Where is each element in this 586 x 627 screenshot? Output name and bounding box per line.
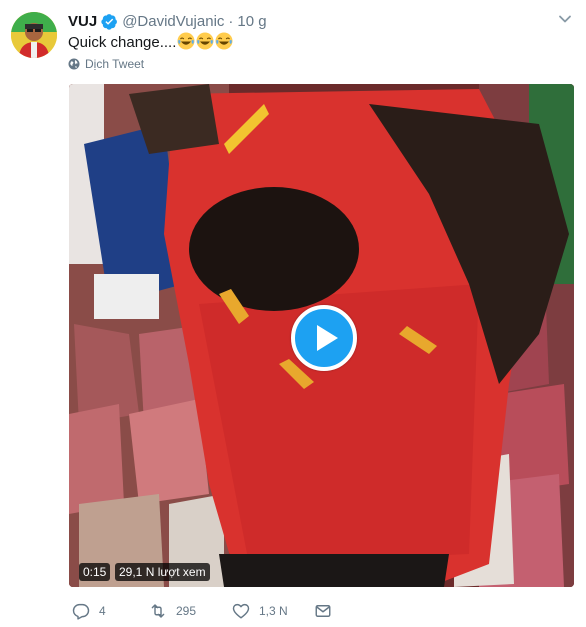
timestamp[interactable]: 10 g (237, 13, 266, 30)
heart-icon (232, 603, 250, 619)
reply-button[interactable]: 4 (72, 601, 149, 621)
direct-message-button[interactable] (314, 601, 332, 621)
like-count: 1,3 N (259, 604, 288, 618)
retweet-count: 295 (176, 604, 197, 618)
author-handle[interactable]: @DavidVujanic (122, 13, 224, 30)
reply-icon (72, 603, 90, 620)
play-button[interactable] (291, 305, 357, 371)
video-player[interactable]: 0:15 29,1 N lượt xem (69, 84, 574, 587)
tweet[interactable]: VUJ @DavidVujanic · 10 g Quick change...… (0, 0, 586, 627)
video-duration: 0:15 (79, 563, 111, 581)
tweet-header: VUJ @DavidVujanic · 10 g (68, 11, 267, 31)
video-views: 29,1 N lượt xem (115, 563, 210, 581)
verified-badge-icon (101, 13, 118, 30)
translate-label: Dịch Tweet (85, 57, 145, 71)
avatar-image (11, 12, 57, 58)
globe-icon (68, 58, 80, 70)
like-button[interactable]: 1,3 N (232, 601, 314, 621)
joy-emoji-icon (196, 32, 214, 50)
separator-dot: · (228, 12, 234, 30)
joy-emoji-icon (177, 32, 195, 50)
chevron-down-icon[interactable] (558, 12, 572, 26)
action-bar: 4 295 1,3 N (72, 601, 332, 621)
joy-emoji-icon (215, 32, 233, 50)
tweet-text-content: Quick change.... (68, 34, 177, 51)
author-name[interactable]: VUJ (68, 13, 97, 30)
tweet-text: Quick change.... (68, 32, 233, 53)
retweet-button[interactable]: 295 (149, 601, 232, 621)
avatar[interactable] (11, 12, 57, 58)
play-icon (317, 325, 338, 351)
reply-count: 4 (99, 604, 106, 618)
translate-tweet-link[interactable]: Dịch Tweet (68, 57, 144, 71)
retweet-icon (151, 604, 165, 618)
envelope-icon (315, 605, 331, 617)
